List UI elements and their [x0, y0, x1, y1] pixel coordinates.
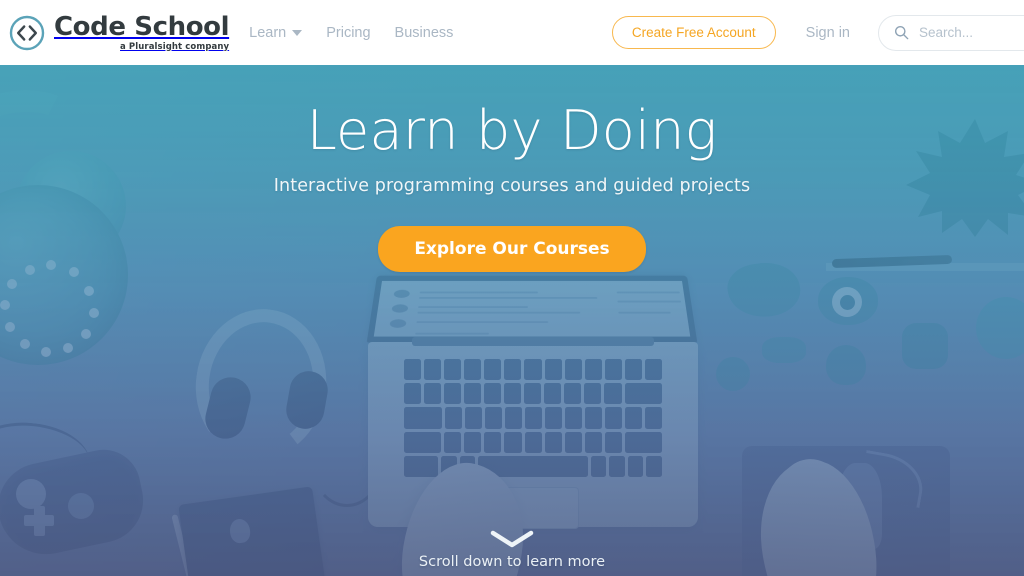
logo-text: Code School a Pluralsight company	[54, 11, 230, 52]
primary-nav: Learn Pricing Business	[249, 25, 453, 41]
logo-title: Code School	[54, 11, 230, 42]
chevron-down-icon	[490, 530, 534, 548]
search-box[interactable]	[878, 14, 1024, 51]
nav-item-business[interactable]: Business	[395, 25, 454, 41]
hero-section: er SILICON VALLEY Learn	[0, 65, 1024, 576]
scroll-down-hint[interactable]: Scroll down to learn more	[0, 530, 1024, 570]
hero-subheadline: Interactive programming courses and guid…	[273, 175, 751, 196]
create-free-account-button[interactable]: Create Free Account	[611, 16, 776, 49]
chevron-down-icon	[292, 29, 303, 36]
nav-item-learn[interactable]: Learn	[249, 24, 303, 41]
nav-item-pricing-label: Pricing	[326, 24, 371, 41]
logo-tagline: a Pluralsight company	[120, 41, 230, 52]
nav-item-business-label: Business	[394, 24, 454, 41]
nav-item-pricing[interactable]: Pricing	[326, 25, 370, 41]
sign-in-link[interactable]: Sign in	[806, 25, 850, 41]
hero-content: Learn by Doing Interactive programming c…	[0, 65, 1024, 576]
site-logo[interactable]: Code School a Pluralsight company	[9, 0, 230, 65]
scroll-down-label: Scroll down to learn more	[418, 554, 606, 570]
explore-courses-button[interactable]: Explore Our Courses	[378, 225, 646, 272]
page-root: Code School a Pluralsight company Learn …	[0, 0, 1024, 576]
hero-headline: Learn by Doing	[306, 99, 718, 162]
nav-item-learn-label: Learn	[249, 24, 287, 41]
search-input[interactable]	[919, 25, 1024, 40]
search-icon	[894, 25, 909, 40]
site-header: Code School a Pluralsight company Learn …	[0, 0, 1024, 65]
header-actions: Create Free Account Sign in	[611, 0, 1024, 65]
code-brackets-circle-icon	[9, 15, 45, 50]
